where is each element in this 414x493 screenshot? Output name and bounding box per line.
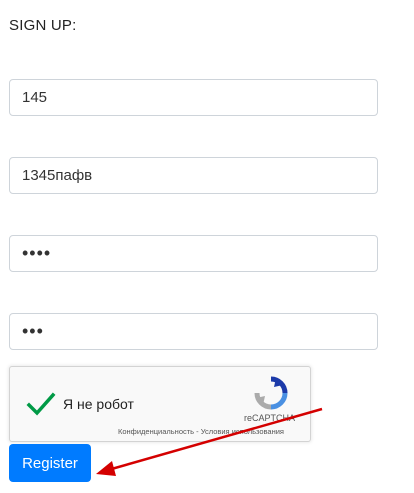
checkmark-icon[interactable] bbox=[26, 389, 56, 419]
captcha-brand: reCAPTCHA bbox=[244, 413, 296, 423]
username-input[interactable] bbox=[9, 79, 378, 116]
recaptcha-widget: Я не робот reCAPTCHA Конфиденциальность … bbox=[9, 366, 311, 442]
register-button[interactable]: Register bbox=[9, 444, 91, 482]
page-title: SIGN UP: bbox=[9, 17, 77, 34]
captcha-links[interactable]: Конфиденциальность - Условия использован… bbox=[118, 427, 284, 436]
captcha-label: Я не робот bbox=[63, 396, 134, 412]
confirm-password-input[interactable] bbox=[9, 313, 378, 350]
password-input[interactable] bbox=[9, 235, 378, 272]
signup-page: SIGN UP: Я не робот reCAPTCHA Конфиденци… bbox=[0, 0, 414, 493]
recaptcha-logo-icon bbox=[254, 376, 288, 410]
email-input[interactable] bbox=[9, 157, 378, 194]
